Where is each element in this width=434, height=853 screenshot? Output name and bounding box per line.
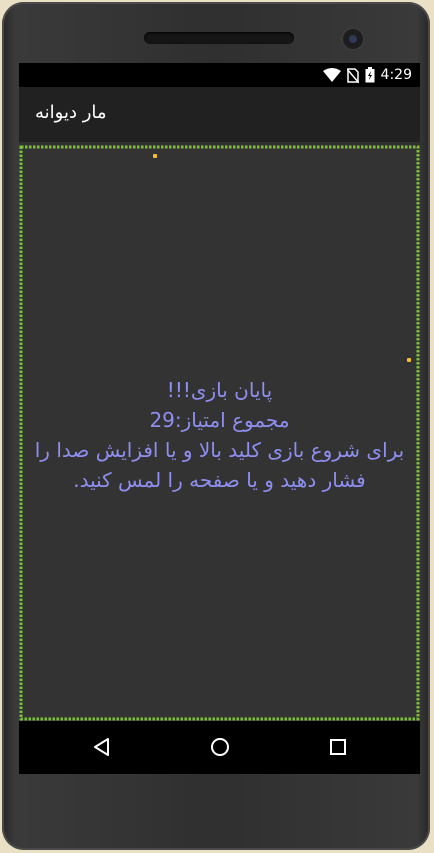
action-bar: مار دیوانه <box>19 87 420 142</box>
food-pellet <box>407 358 411 362</box>
status-time: 4:29 <box>380 67 412 83</box>
back-icon[interactable] <box>89 734 115 760</box>
no-sim-icon <box>346 67 359 83</box>
device-screen: 4:29 مار دیوانه پایان بازی!!! مجموع امتی… <box>19 63 420 774</box>
camera-icon <box>341 27 365 51</box>
home-icon[interactable] <box>207 734 233 760</box>
game-over-message: پایان بازی!!! مجموع امتیاز:29 برای شروع … <box>19 375 420 495</box>
navigation-bar <box>19 721 420 774</box>
food-pellet <box>153 154 157 158</box>
game-canvas[interactable]: پایان بازی!!! مجموع امتیاز:29 برای شروع … <box>19 145 420 721</box>
speaker-grille <box>144 32 294 44</box>
status-bar: 4:29 <box>19 63 420 87</box>
total-score: مجموع امتیاز:29 <box>149 408 290 432</box>
restart-instruction-continued: فشار دهید و یا صفحه را لمس کنید. <box>73 468 366 492</box>
restart-instruction: برای شروع بازی کلید بالا و یا افزایش صدا… <box>34 438 405 462</box>
phone-frame: 4:29 مار دیوانه پایان بازی!!! مجموع امتی… <box>2 2 430 850</box>
wifi-icon <box>322 68 341 82</box>
recents-icon[interactable] <box>325 734 351 760</box>
app-title: مار دیوانه <box>35 102 107 123</box>
game-over-title: پایان بازی!!! <box>166 378 273 402</box>
battery-charging-icon <box>365 67 375 83</box>
